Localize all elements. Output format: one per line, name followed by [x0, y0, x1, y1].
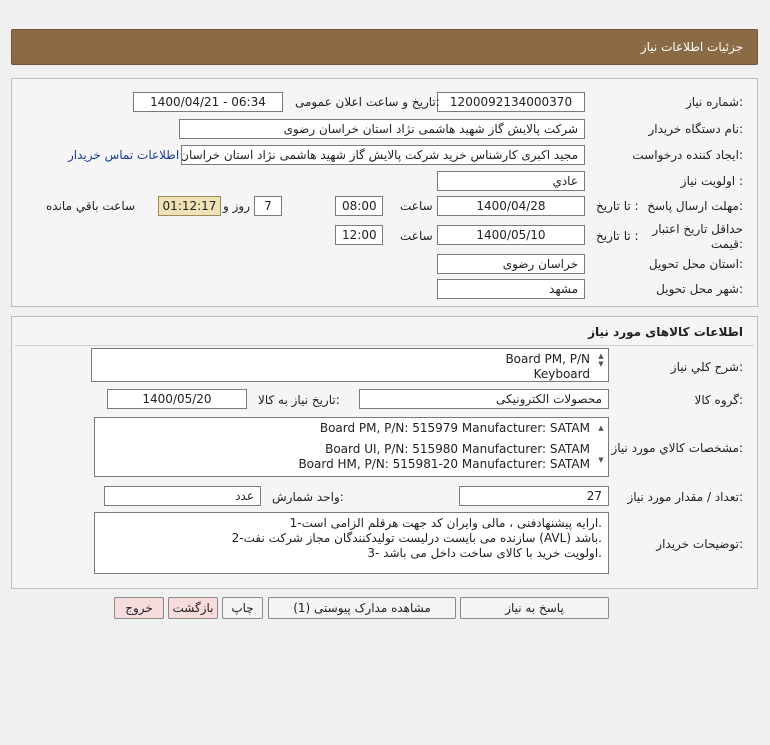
spec-line: Board UI, P/N: 515980 Manufacturer: SATA… — [325, 442, 590, 456]
deadline-label: مهلت ارسال پاسخ: — [647, 199, 743, 213]
note-line: 3- اولویت خرید با کالای ساخت داخل می باش… — [367, 546, 602, 560]
page-title: جزئیات اطلاعات نیاز — [640, 40, 743, 54]
days-field: 7 — [254, 196, 282, 216]
deadline-time-label: ساعت — [400, 199, 433, 213]
deadline-date-field: 1400/04/28 — [437, 196, 585, 216]
validity-label-2: قیمت: — [710, 237, 743, 251]
resize-icon[interactable]: ▲ ▼ — [596, 352, 606, 368]
province-label: استان محل تحویل: — [648, 257, 743, 271]
note-line: 2-سازنده می بایست درلیست تولیدکنندگان مج… — [231, 531, 602, 545]
qty-label: تعداد / مقدار مورد نیاز: — [627, 490, 743, 504]
announce-label: تاریخ و ساعت اعلان عمومی: — [295, 95, 440, 109]
province-field: خراسان رضوی — [437, 254, 585, 274]
deadline-time-field: 08:00 — [335, 196, 383, 216]
need-number-field: 1200092134000370 — [437, 92, 585, 112]
unit-label: واحد شمارش: — [272, 490, 344, 504]
qty-field: 27 — [459, 486, 609, 506]
city-label: شهر محل تحویل: — [656, 282, 743, 296]
need-date-label: تاریخ نیاز به کالا: — [258, 393, 340, 407]
remaining-time-field: 01:12:17 — [158, 196, 221, 216]
creator-field: مجید اکبری کارشناس خرید شرکت پالایش گاز … — [181, 145, 585, 165]
remaining-label: ساعت باقي مانده — [46, 199, 136, 213]
validity-label-1: حداقل تاریخ اعتبار — [652, 222, 743, 236]
summary-textarea[interactable]: Board PM, P/N Keyboard ▲ ▼ — [91, 348, 609, 382]
creator-label: ایجاد کننده درخواست: — [632, 148, 743, 162]
summary-line: Board PM, P/N — [505, 352, 590, 366]
days-label: روز و — [223, 199, 250, 213]
respond-button[interactable]: پاسخ به نیاز — [460, 597, 609, 619]
city-field: مشهد — [437, 279, 585, 299]
contact-buyer-link[interactable]: اطلاعات تماس خریدار — [68, 148, 179, 162]
exit-button[interactable]: خروج — [114, 597, 164, 619]
deadline-to-date-label: تا تاریخ : — [596, 199, 639, 213]
summary-line: Keyboard — [533, 367, 590, 381]
scroll-arrows-icon[interactable]: ▲ ▼ — [596, 424, 606, 464]
goods-panel: اطلاعات کالاهای مورد نیاز شرح کلي نياز: … — [11, 316, 758, 589]
page-header: جزئیات اطلاعات نیاز — [11, 29, 758, 65]
view-documents-button[interactable]: مشاهده مدارک پیوستی (1) — [268, 597, 456, 619]
validity-time-label: ساعت — [400, 229, 433, 243]
group-field: محصولات الکترونیکی — [359, 389, 609, 409]
spec-line: Board PM, P/N: 515979 Manufacturer: SATA… — [319, 421, 590, 435]
validity-time-field: 12:00 — [335, 225, 383, 245]
unit-field: عدد — [104, 486, 261, 506]
specs-label: مشخصات کالاي مورد نياز: — [611, 441, 743, 455]
note-line: 1-ارایه پیشنهادفنی ، مالی وایران کد جهت … — [289, 516, 602, 530]
buyer-label: نام دستگاه خریدار: — [648, 122, 744, 136]
priority-label: اولویت نیاز : — [680, 174, 743, 188]
need-date-field: 1400/05/20 — [107, 389, 247, 409]
divider — [15, 345, 754, 346]
notes-textarea[interactable]: 1-ارایه پیشنهادفنی ، مالی وایران کد جهت … — [94, 512, 609, 574]
spec-line: Board HM, P/N: 515981-20 Manufacturer: S… — [298, 457, 590, 471]
group-label: گروه کالا: — [694, 393, 744, 407]
summary-label: شرح کلي نياز: — [670, 360, 743, 374]
validity-to-date-label: تا تاریخ : — [596, 229, 639, 243]
need-info-panel: شماره نیاز: 1200092134000370 تاریخ و ساع… — [11, 78, 758, 307]
notes-label: توضیحات خریدار: — [656, 537, 743, 551]
specs-textarea[interactable]: Board PM, P/N: 515979 Manufacturer: SATA… — [94, 417, 609, 477]
validity-date-field: 1400/05/10 — [437, 225, 585, 245]
announce-field: 1400/04/21 - 06:34 — [133, 92, 283, 112]
goods-header: اطلاعات کالاهای مورد نیاز — [588, 325, 743, 339]
print-button[interactable]: چاپ — [222, 597, 263, 619]
back-button[interactable]: بازگشت — [168, 597, 218, 619]
buyer-field: شرکت پالایش گاز شهید هاشمی نژاد استان خر… — [179, 119, 585, 139]
priority-field: عادي — [437, 171, 585, 191]
need-number-label: شماره نیاز: — [685, 95, 743, 109]
